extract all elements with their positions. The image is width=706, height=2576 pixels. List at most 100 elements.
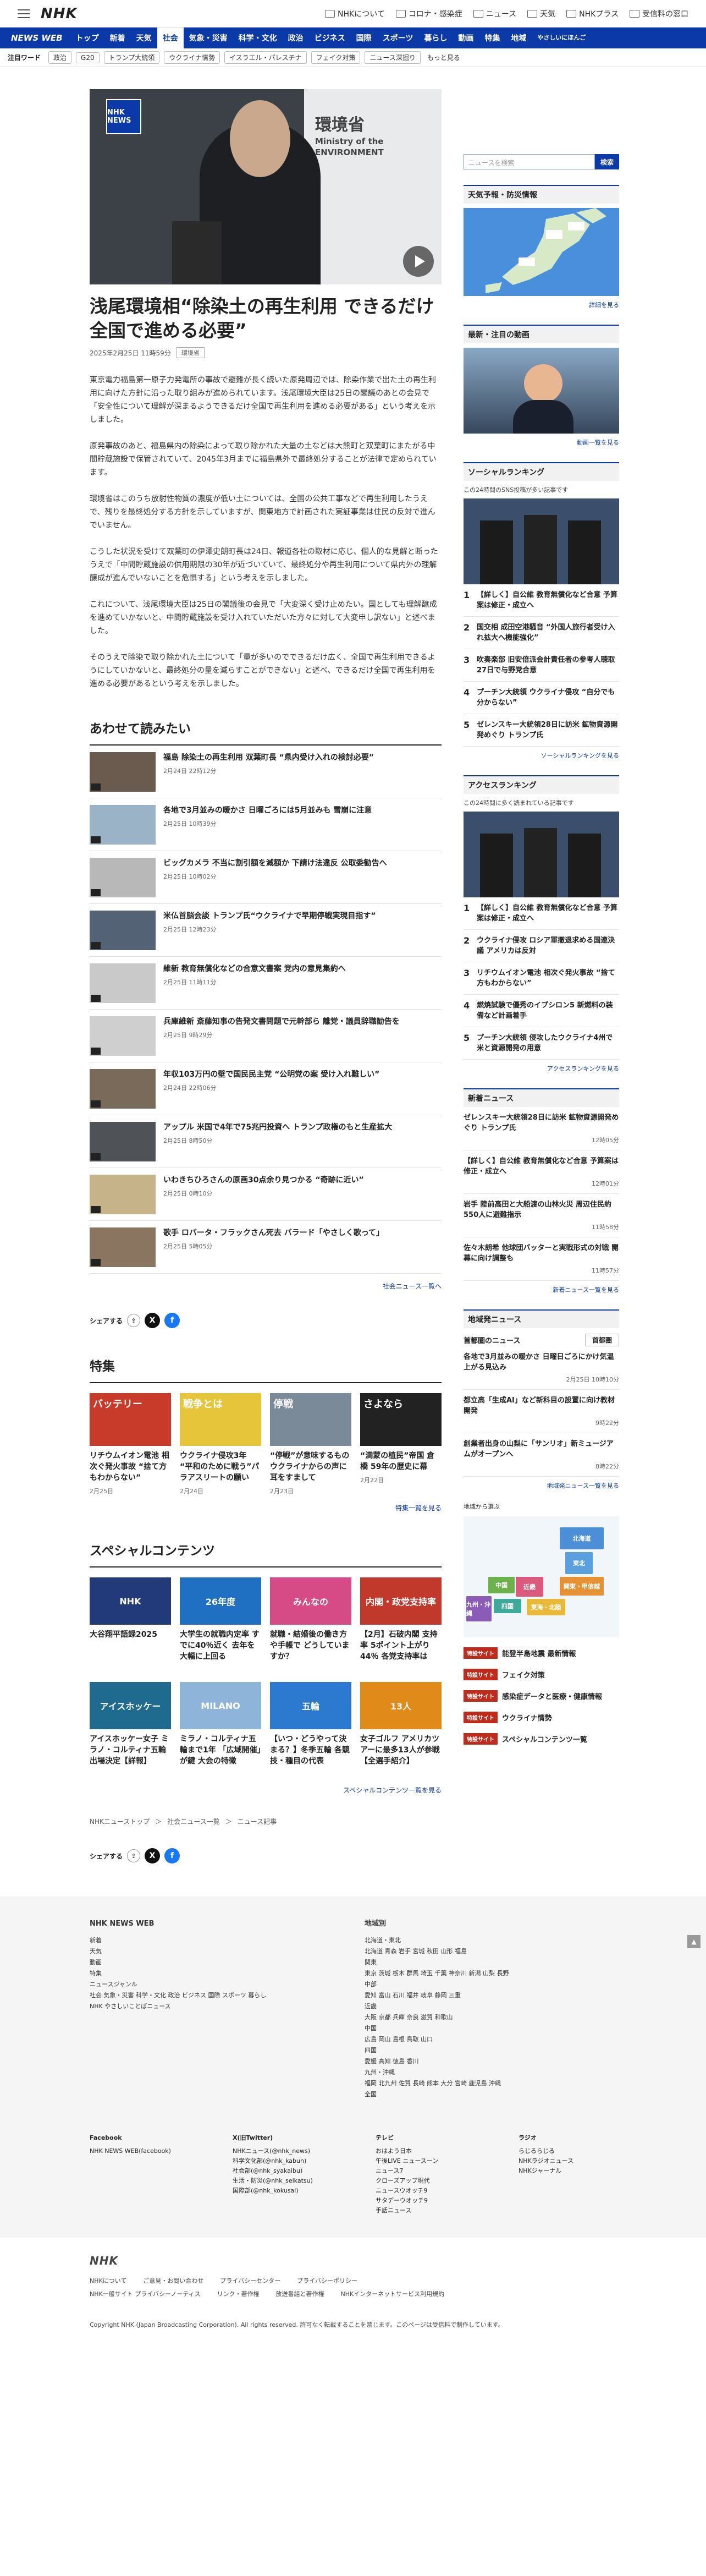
video-more-link[interactable]: 動画一覧を見る <box>464 438 619 447</box>
footer-link[interactable]: ニュースジャンル <box>90 1979 337 1990</box>
news-item[interactable]: 佐々木朗希 他球団バッターと実戦形式の対戦 開幕に向け調整も 11時57分 <box>464 1237 619 1281</box>
footer-sns-link[interactable]: NHKニュース(@nhk_news) <box>233 2146 359 2156</box>
facebook-share-icon[interactable]: f <box>164 1848 180 1864</box>
footer-sns-link[interactable]: 生活・防災(@nhk_seikatsu) <box>233 2176 359 2186</box>
related-item[interactable]: 歌手 ロバータ・フラックさん死去 バラード「やさしく歌って」 2月25日 5時05… <box>90 1221 442 1274</box>
ranking-item[interactable]: 5 ゼレンスキー大統領28日に訪米 鉱物資源開発めぐり トランプ氏 <box>464 714 619 747</box>
footer-region-link[interactable]: 大阪 京都 兵庫 奈良 滋賀 和歌山 <box>365 2012 612 2023</box>
footer-region-link[interactable]: 九州・沖縄 <box>365 2067 612 2078</box>
footer-region-link[interactable]: 愛媛 高知 徳島 香川 <box>365 2056 612 2067</box>
special-card[interactable]: 13人 女子ゴルフ アメリカツアーに最多13人が参戦【全選手紹介】 <box>360 1682 442 1778</box>
access-more-link[interactable]: アクセスランキングを見る <box>464 1064 619 1073</box>
local-more-link[interactable]: 地域発ニュース一覧を見る <box>464 1481 619 1490</box>
x-share-icon[interactable]: X <box>145 1313 161 1328</box>
nav-item[interactable]: 新着 <box>104 28 131 48</box>
hero-video[interactable]: 環境省 Ministry of the ENVIRONMENT NHK NEWS <box>90 89 442 284</box>
top-link[interactable]: NHKプラス <box>566 8 619 19</box>
social-more-link[interactable]: ソーシャルランキングを見る <box>464 751 619 760</box>
footer-sns-link[interactable]: ニュースウオッチ9 <box>376 2186 502 2196</box>
footer-sns-link[interactable]: 社会部(@nhk_syakaibu) <box>233 2166 359 2176</box>
nav-item[interactable]: 特集 <box>479 28 505 48</box>
ranking-item[interactable]: 2 ウクライナ侵攻 ロシア軍撤退求める国連決議 アメリカは反対 <box>464 930 619 962</box>
special-card[interactable]: 内閣・政党支持率 【2月】石破内閣 支持率 5ポイント上がり44％ 各党支持率は <box>360 1577 442 1673</box>
new-more-link[interactable]: 新着ニュース一覧を見る <box>464 1285 619 1294</box>
footer-region-link[interactable]: 広島 岡山 島根 鳥取 山口 <box>365 2034 612 2045</box>
share-native-icon[interactable]: ⇪ <box>127 1314 141 1327</box>
footer-bottom-link[interactable]: NHKインターネットサービス利用規約 <box>340 2289 444 2298</box>
news-item[interactable]: 岩手 陸前高田と大船渡の山林火災 周辺住民約550人に避難指示 11時58分 <box>464 1194 619 1237</box>
related-item[interactable]: 福島 除染土の再生利用 双葉町長 “県内受け入れの検討必要” 2月24日 22時1… <box>90 746 442 798</box>
news-item[interactable]: 創業者出身の山梨に「サンリオ」新ミュージアムがオープンへ 8時22分 <box>464 1433 619 1477</box>
footer-bottom-link[interactable]: リンク・著作権 <box>217 2289 260 2298</box>
footer-news-title[interactable]: NHK NEWS WEB <box>90 1919 337 1930</box>
ranking-item[interactable]: 3 リチウムイオン電池 相次ぐ発火事故 “捨て方もわからない” <box>464 962 619 995</box>
nav-item-easy-japanese[interactable]: やさしいにほんご <box>532 28 591 48</box>
special-card[interactable]: NHK 大谷翔平語録2025 <box>90 1577 171 1673</box>
feature-card[interactable]: バッテリー リチウムイオン電池 相次ぐ発火事故 “捨て方もわからない” 2月25日 <box>90 1393 171 1495</box>
region-select[interactable]: 首都圏 <box>584 1334 619 1346</box>
related-item[interactable]: アップル 米国で4年で75兆円投資へ トランプ政権のもと生産拡大 2月25日 8時… <box>90 1115 442 1168</box>
footer-link[interactable]: 社会 気象・災害 科学・文化 政治 ビジネス 国際 スポーツ 暮らし <box>90 1990 337 2001</box>
top-link[interactable]: 受信料の窓口 <box>630 8 688 19</box>
facebook-share-icon[interactable]: f <box>164 1313 180 1328</box>
footer-region-link[interactable]: 東京 茨城 栃木 群馬 埼玉 千葉 神奈川 新潟 山梨 長野 <box>365 1968 612 1979</box>
footer-sns-link[interactable]: クローズアップ現代 <box>376 2176 502 2186</box>
menu-icon[interactable] <box>18 9 30 18</box>
related-item[interactable]: 各地で3月並みの暖かさ 日曜ごろには5月並みも 雪崩に注意 2月25日 10時39… <box>90 798 442 851</box>
footer-sns-link[interactable]: らじるらじる <box>519 2146 645 2156</box>
region-hokkaido[interactable]: 北海道 <box>560 1527 604 1549</box>
trend-chip[interactable]: トランプ大統領 <box>103 51 160 64</box>
nav-brand[interactable]: NEWS WEB <box>11 33 63 43</box>
weather-map[interactable] <box>464 208 619 296</box>
region-tokai[interactable]: 東海・北陸 <box>527 1599 565 1615</box>
region-kinki[interactable]: 近畿 <box>516 1577 543 1597</box>
footer-sns-link[interactable]: 手話ニュース <box>376 2206 502 2216</box>
share-native-icon[interactable]: ⇪ <box>127 1849 141 1862</box>
special-card[interactable]: MILANO ミラノ・コルティナ五輪まで1年 「広域開催」が鍵 大会の特徴 <box>180 1682 261 1778</box>
footer-region-link[interactable]: 近畿 <box>365 2001 612 2012</box>
related-item[interactable]: 年収103万円の壁で国民民主党 “公明党の案 受け入れ難しい” 2月24日 22時… <box>90 1062 442 1115</box>
ranking-item[interactable]: 4 燃焼試験で優秀のイプシロン5 新燃料の装備など計画着手 <box>464 995 619 1027</box>
nav-item[interactable]: スポーツ <box>377 28 419 48</box>
article-tag[interactable]: 環境省 <box>176 347 205 358</box>
footer-region-link[interactable]: 愛知 富山 石川 福井 岐阜 静岡 三重 <box>365 1990 612 2001</box>
footer-bottom-link[interactable]: プライバシーポリシー <box>297 2276 357 2285</box>
footer-sns-link[interactable]: 国際部(@nhk_kokusai) <box>233 2186 359 2196</box>
footer-region-link[interactable]: 中部 <box>365 1979 612 1990</box>
feature-card[interactable]: さよなら “満蒙の植民”帝国 倉橋 59年の歴史に幕 2月22日 <box>360 1393 442 1495</box>
nav-item[interactable]: 政治 <box>283 28 309 48</box>
special-card[interactable]: 五輪 【いつ・どうやって決まる？】冬季五輪 各競技・種目の代表 <box>270 1682 351 1778</box>
ranking-thumbnail[interactable] <box>464 498 619 584</box>
special-card[interactable]: みんなの 就職・結婚後の働き方や手帳で どうしていますか？ <box>270 1577 351 1673</box>
footer-bottom-link[interactable]: NHK一般サイト プライバシーノーティス <box>90 2289 201 2298</box>
footer-link[interactable]: 天気 <box>90 1946 337 1957</box>
nav-item[interactable]: 天気 <box>131 28 157 48</box>
nav-item[interactable]: 地域 <box>505 28 532 48</box>
back-to-top-icon[interactable]: ▲ <box>687 1935 701 1948</box>
footer-link[interactable]: NHK やさしいことばニュース <box>90 2001 337 2012</box>
weather-detail-link[interactable]: 詳細を見る <box>464 300 619 309</box>
ranking-item[interactable]: 5 プーチン大統領 侵攻したウクライナ4州で米と資源開発の用意 <box>464 1027 619 1060</box>
news-item[interactable]: 【詳しく】自公維 教育無償化など合意 予算案は修正・成立へ 12時01分 <box>464 1150 619 1194</box>
top-link[interactable]: 天気 <box>527 8 555 19</box>
footer-region-link[interactable]: 北海道・東北 <box>365 1935 612 1946</box>
trend-chip[interactable]: ニュース深掘り <box>365 51 421 64</box>
nav-item[interactable]: 動画 <box>453 28 479 48</box>
footer-region-link[interactable]: 福岡 北九州 佐賀 長崎 熊本 大分 宮崎 鹿児島 沖縄 <box>365 2078 612 2089</box>
footer-sns-link[interactable]: おはよう日本 <box>376 2146 502 2156</box>
search-input[interactable]: ニュースを検索 <box>464 154 595 169</box>
footer-logo[interactable]: NHK <box>90 2254 616 2267</box>
region-tohoku[interactable]: 東北 <box>565 1552 593 1574</box>
footer-sns-link[interactable]: NHK NEWS WEB(facebook) <box>90 2146 216 2156</box>
nav-item[interactable]: 科学・文化 <box>233 28 283 48</box>
footer-region-link[interactable]: 四国 <box>365 2045 612 2056</box>
special-card[interactable]: アイスホッケー アイスホッケー女子 ミラノ・コルティナ五輪出場決定【詳報】 <box>90 1682 171 1778</box>
trend-chip[interactable]: フェイク対策 <box>311 51 361 64</box>
footer-sns-link[interactable]: 午後LIVE ニュースーン <box>376 2156 502 2166</box>
footer-sns-link[interactable]: NHKラジオニュース <box>519 2156 645 2166</box>
footer-bottom-link[interactable]: ご意見・お問い合わせ <box>143 2276 203 2285</box>
trend-chip[interactable]: イスラエル・パレスチナ <box>224 51 307 64</box>
related-item[interactable]: ビッグカメラ 不当に割引額を減額か 下請け法違反 公取委勧告へ 2月25日 10時… <box>90 851 442 904</box>
footer-bottom-link[interactable]: NHKについて <box>90 2276 126 2285</box>
footer-link[interactable]: 特集 <box>90 1968 337 1979</box>
